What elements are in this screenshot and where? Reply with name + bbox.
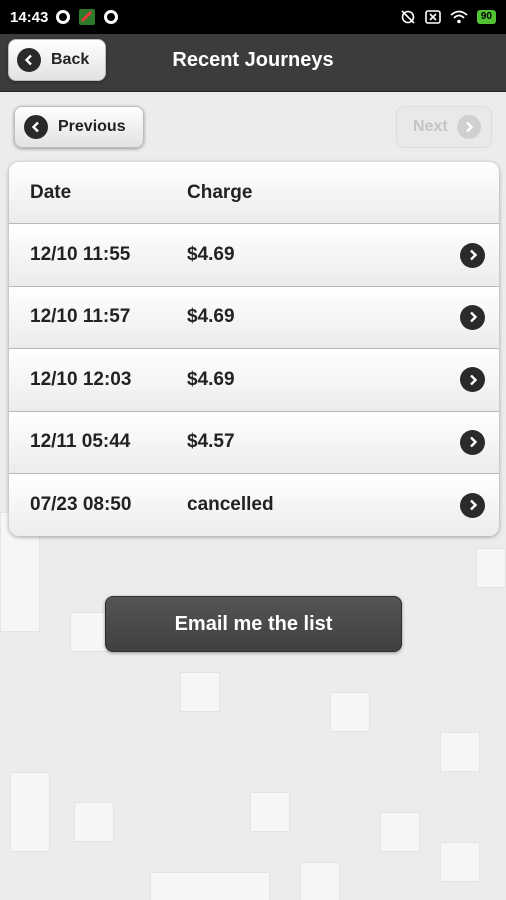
- app-notification-icon: [79, 9, 96, 25]
- email-list-button[interactable]: Email me the list: [105, 596, 402, 652]
- journey-charge: cancelled: [187, 494, 274, 516]
- table-row[interactable]: 12/10 11:57 $4.69: [9, 286, 499, 350]
- journey-charge: $4.69: [187, 244, 235, 266]
- chevron-right-icon: [460, 429, 485, 455]
- next-button[interactable]: Next: [396, 106, 492, 148]
- chevron-right-icon: [460, 304, 485, 330]
- wifi-icon: [450, 10, 468, 24]
- table-row[interactable]: 12/10 12:03 $4.69: [9, 349, 499, 412]
- journey-date: 07/23 08:50: [30, 494, 132, 516]
- notification-ring-icon: [56, 10, 71, 24]
- previous-button[interactable]: Previous: [14, 106, 144, 148]
- journey-date: 12/10 12:03: [30, 368, 132, 390]
- battery-indicator: 90: [476, 10, 496, 24]
- journey-charge: $4.69: [187, 306, 235, 328]
- chevron-left-icon: [24, 115, 48, 139]
- next-label: Next: [413, 118, 448, 135]
- alarm-off-icon: [401, 10, 415, 24]
- chevron-right-icon: [460, 367, 485, 393]
- journey-date: 12/10 11:55: [30, 244, 131, 266]
- status-time: 14:43: [10, 8, 49, 26]
- journey-date: 12/10 11:57: [30, 306, 131, 328]
- status-bar: 14:43 90: [0, 0, 506, 34]
- sim-off-icon: [425, 10, 441, 24]
- journey-charge: $4.57: [187, 431, 235, 453]
- previous-label: Previous: [58, 118, 126, 135]
- notification-ring-icon-2: [104, 10, 119, 24]
- journey-date: 12/11 05:44: [30, 431, 131, 453]
- table-header: Date Charge: [9, 162, 499, 225]
- chevron-right-icon: [460, 242, 485, 268]
- date-column-header: Date: [30, 181, 72, 203]
- table-row[interactable]: 12/10 11:55 $4.69: [9, 224, 499, 287]
- journey-charge: $4.69: [187, 368, 235, 390]
- chevron-right-icon: [460, 492, 485, 518]
- table-row[interactable]: 12/11 05:44 $4.57: [9, 411, 499, 474]
- back-label: Back: [51, 51, 90, 68]
- table-row[interactable]: 07/23 08:50 cancelled: [9, 473, 499, 537]
- chevron-right-icon: [456, 115, 481, 139]
- charge-column-header: Charge: [187, 181, 253, 203]
- chevron-left-icon: [17, 48, 41, 72]
- back-button[interactable]: Back: [8, 39, 106, 81]
- journeys-table: Date Charge 12/10 11:55 $4.69 12/10 11:5…: [9, 162, 499, 537]
